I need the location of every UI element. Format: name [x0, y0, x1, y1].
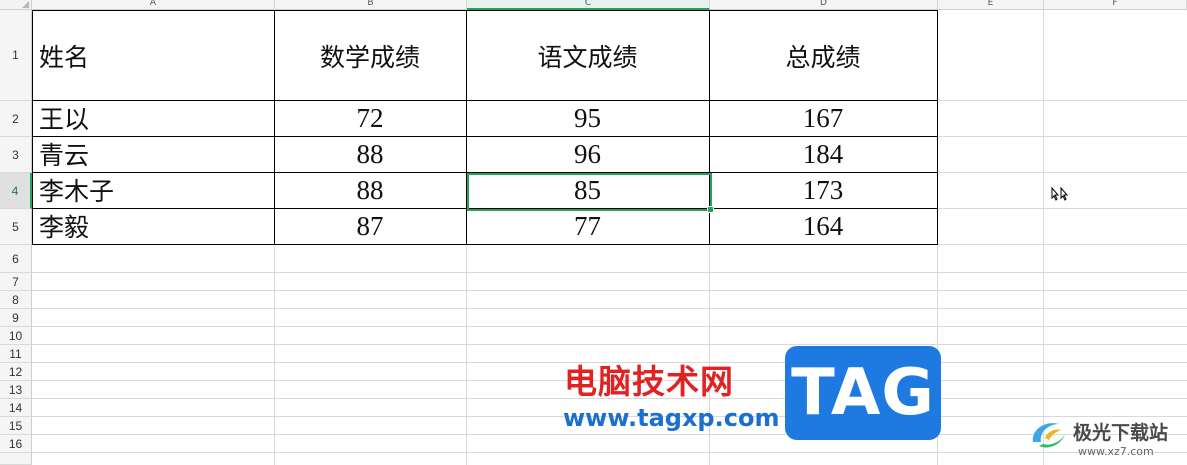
cell-b1[interactable]: 数学成绩: [274, 10, 467, 101]
row-header-12[interactable]: 12: [0, 363, 32, 381]
row-header-partial[interactable]: [0, 453, 32, 465]
cell-d2[interactable]: 167: [709, 100, 938, 137]
select-all-corner[interactable]: [0, 0, 32, 10]
row-header-10[interactable]: 10: [0, 327, 32, 345]
cell-c3[interactable]: 96: [466, 136, 710, 173]
grid-line-horizontal: [32, 452, 1187, 453]
cell-b3[interactable]: 88: [274, 136, 467, 173]
row-header-8[interactable]: 8: [0, 291, 32, 309]
watermark-xz7-title: 极光下载站: [1073, 422, 1169, 444]
cell-a1[interactable]: 姓名: [32, 10, 275, 101]
cell-a5[interactable]: 李毅: [32, 208, 275, 245]
row-header-5[interactable]: 5: [0, 209, 32, 245]
column-header-d[interactable]: D: [710, 0, 938, 10]
column-header-a[interactable]: A: [32, 0, 275, 10]
cell-d5[interactable]: 164: [709, 208, 938, 245]
row-header-4[interactable]: 4: [0, 173, 32, 209]
row-header-13[interactable]: 13: [0, 381, 32, 399]
row-header-1[interactable]: 1: [0, 10, 32, 101]
row-header-9[interactable]: 9: [0, 309, 32, 327]
row-header-7[interactable]: 7: [0, 273, 32, 291]
cell-c1[interactable]: 语文成绩: [466, 10, 710, 101]
cell-d3[interactable]: 184: [709, 136, 938, 173]
row-header-14[interactable]: 14: [0, 399, 32, 417]
cell-b2[interactable]: 72: [274, 100, 467, 137]
move-cursor-icon: [1051, 186, 1069, 201]
cell-c2[interactable]: 95: [466, 100, 710, 137]
cell-a2[interactable]: 王以: [32, 100, 275, 137]
watermark-site-title: 电脑技术网: [564, 362, 734, 401]
cell-d4[interactable]: 173: [709, 172, 938, 209]
row-header-11[interactable]: 11: [0, 345, 32, 363]
cell-a4[interactable]: 李木子: [32, 172, 275, 209]
row-header-2[interactable]: 2: [0, 101, 32, 137]
tag-logo-text: TAG: [791, 356, 935, 430]
cell-b4[interactable]: 88: [274, 172, 467, 209]
watermark-site-url: www.tagxp.com: [563, 404, 780, 432]
column-header-e[interactable]: E: [938, 0, 1044, 10]
column-header-c[interactable]: C: [467, 0, 710, 10]
grid-line-horizontal: [32, 326, 1187, 327]
grid-line-horizontal: [32, 308, 1187, 309]
cell-a3[interactable]: 青云: [32, 136, 275, 173]
column-header-f[interactable]: F: [1044, 0, 1187, 10]
grid-line-horizontal: [32, 272, 1187, 273]
row-header-6[interactable]: 6: [0, 245, 32, 273]
column-header-b[interactable]: B: [275, 0, 467, 10]
watermark-xz7-url: www.xz7.com: [1078, 445, 1154, 458]
aurora-swirl-logo-icon: [1032, 423, 1065, 448]
row-header-16[interactable]: 16: [0, 435, 32, 453]
row-header-3[interactable]: 3: [0, 137, 32, 173]
cell-c4[interactable]: 85: [466, 172, 710, 209]
grid-line-vertical: [1043, 10, 1044, 465]
cell-b5[interactable]: 87: [274, 208, 467, 245]
cell-d1[interactable]: 总成绩: [709, 10, 938, 101]
cell-c5[interactable]: 77: [466, 208, 710, 245]
grid-line-horizontal: [32, 290, 1187, 291]
grid-line-horizontal: [32, 344, 1187, 345]
watermark-tag-logo: TAG: [785, 346, 941, 440]
grid-line-horizontal: [32, 434, 1187, 435]
row-header-15[interactable]: 15: [0, 417, 32, 435]
